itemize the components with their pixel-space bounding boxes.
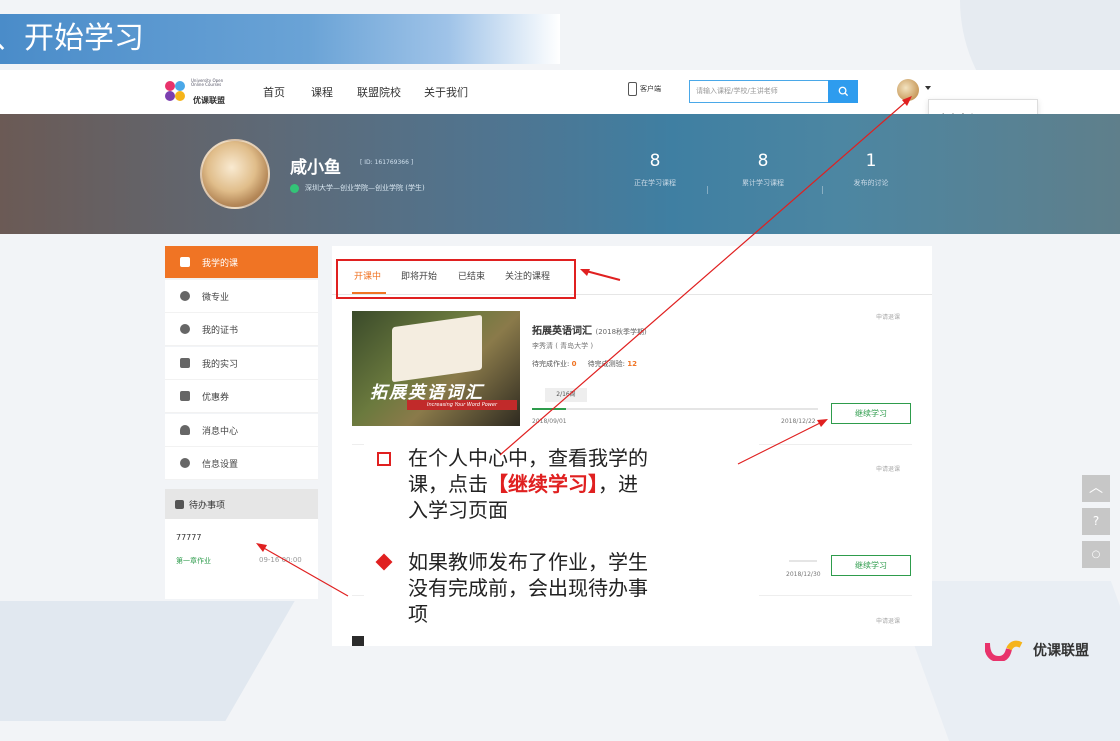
site-logo[interactable]: University Open Online Courses 优课联盟 (163, 78, 233, 106)
course-teacher: 李秀清 ( 青岛大学 ) (532, 342, 594, 350)
globe-icon (180, 291, 190, 301)
week-badge: 2/16周 (545, 388, 587, 402)
todo-course: 77777 (176, 533, 202, 542)
stat-discussions[interactable]: 1 发布的讨论 (821, 151, 921, 188)
logo-mark-icon (985, 640, 1023, 661)
note-line: 项 (408, 602, 428, 626)
logo-mark-icon (165, 81, 185, 101)
feedback-button[interactable]: ○ (1082, 541, 1110, 568)
user-id: [ ID: 161769366 ] (360, 159, 414, 166)
chevron-down-icon[interactable] (925, 86, 931, 90)
brand-watermark: 优课联盟 (985, 639, 1089, 661)
sidebar-item-label: 微专业 (202, 292, 230, 303)
instruction-note: 在个人中心中，查看我学的 课，点击【继续学习】，进 入学习页面 如果教师发布了作… (364, 440, 759, 646)
background-shape (0, 601, 295, 721)
school-label: 深圳大学—创业学院—创业学院 (学生) (305, 184, 425, 192)
nav-about[interactable]: 关于我们 (424, 84, 468, 100)
brand-text: 优课联盟 (1033, 643, 1089, 659)
course-end-date: 2018/12/22 (781, 418, 816, 425)
course-start-date: 2018/09/01 (532, 418, 567, 425)
nav-home[interactable]: 首页 (263, 84, 285, 100)
slide-title: 、开始学习 (0, 14, 560, 64)
sidebar-item-micro-major[interactable]: 微专业 (165, 280, 318, 313)
logo-text: 优课联盟 (193, 96, 225, 105)
client-label: 客户端 (640, 85, 661, 93)
drop-course-link[interactable]: 申请退课 (876, 616, 900, 625)
profile-avatar (200, 139, 270, 209)
sidebar-item-settings[interactable]: 信息设置 (165, 447, 318, 480)
book-icon (180, 257, 190, 267)
search-icon (838, 86, 848, 97)
sidebar-item-label: 消息中心 (202, 426, 239, 437)
user-name: 咸小鱼 (290, 158, 341, 178)
course-progress-bar (532, 408, 818, 410)
note-line: 如果教师发布了作业，学生 (408, 550, 648, 574)
drop-course-link[interactable]: 申请退课 (876, 464, 900, 473)
note-line: 在个人中心中，查看我学的 (408, 446, 648, 470)
square-bullet-icon (377, 452, 391, 466)
user-school: 深圳大学—创业学院—创业学院 (学生) (290, 183, 425, 193)
todo-item-link[interactable]: 第一章作业 (176, 556, 211, 566)
divider (707, 186, 708, 194)
course-title[interactable]: 拓展英语词汇 (2018秋季学期) (532, 322, 647, 337)
bell-icon (180, 425, 190, 435)
sidebar-item-label: 优惠券 (202, 392, 230, 403)
sidebar-item-coupons[interactable]: 优惠券 (165, 380, 318, 413)
todo-header: 待办事项 (165, 489, 318, 519)
cover-subtitle: Increasing Your Word Power (407, 400, 517, 410)
todo-list: 77777 第一章作业 09-16 00:00 (165, 519, 318, 599)
book-illustration (392, 314, 482, 383)
course-progress-bar (789, 560, 817, 562)
note-line: 没有完成前，会出现待办事 (408, 576, 648, 600)
nav-courses[interactable]: 课程 (311, 84, 333, 100)
sidebar-item-messages[interactable]: 消息中心 (165, 414, 318, 447)
todo-icon (175, 499, 184, 509)
sidebar-item-label: 我的证书 (202, 325, 239, 336)
sidebar-item-label: 我学的课 (202, 258, 239, 269)
note-line: 课，点击【继续学习】，进 (408, 472, 638, 496)
sidebar-item-my-courses[interactable]: 我学的课 (165, 246, 318, 279)
phone-icon (628, 82, 637, 96)
search-input[interactable]: 请输入课程/学校/主讲老师 (689, 80, 829, 103)
continue-learning-button[interactable]: 继续学习 (831, 403, 911, 424)
highlight-box (336, 259, 576, 299)
sidebar-item-label: 我的实习 (202, 359, 239, 370)
sidebar-item-internship[interactable]: 我的实习 (165, 347, 318, 380)
sidebar-item-label: 信息设置 (202, 459, 239, 470)
help-button[interactable]: ? (1082, 508, 1110, 535)
gear-icon (180, 458, 190, 468)
continue-learning-button[interactable]: 继续学习 (831, 555, 911, 576)
stat-total[interactable]: 8 累计学习课程 (713, 151, 813, 188)
progress-fill (532, 408, 567, 410)
course-pending: 待完成作业: 0 待完成测验: 12 (532, 360, 637, 368)
nav-schools[interactable]: 联盟院校 (357, 84, 401, 100)
stat-learning[interactable]: 8 正在学习课程 (605, 151, 705, 188)
logo-subtitle: University Open Online Courses (191, 78, 224, 87)
coupon-icon (180, 391, 190, 401)
todo-time: 09-16 00:00 (259, 556, 302, 564)
todo-title: 待办事项 (189, 500, 226, 511)
search-button[interactable] (828, 80, 858, 103)
profile-banner (0, 114, 1120, 234)
course-cover-image[interactable]: 拓展英语词汇 Increasing Your Word Power (352, 311, 520, 426)
client-download[interactable]: 客户端 (628, 82, 661, 96)
annotation-arrow-icon (580, 269, 621, 281)
back-to-top-button[interactable]: ︿ (1082, 475, 1110, 502)
medal-icon (180, 324, 190, 334)
sidebar-item-certificates[interactable]: 我的证书 (165, 313, 318, 346)
course-end-date: 2018/12/30 (786, 571, 821, 578)
note-line: 入学习页面 (408, 498, 508, 522)
document-icon (180, 358, 190, 368)
drop-course-link[interactable]: 申请退课 (876, 312, 900, 321)
user-avatar[interactable] (897, 79, 919, 101)
verified-icon (290, 183, 299, 193)
diamond-bullet-icon (375, 553, 393, 571)
